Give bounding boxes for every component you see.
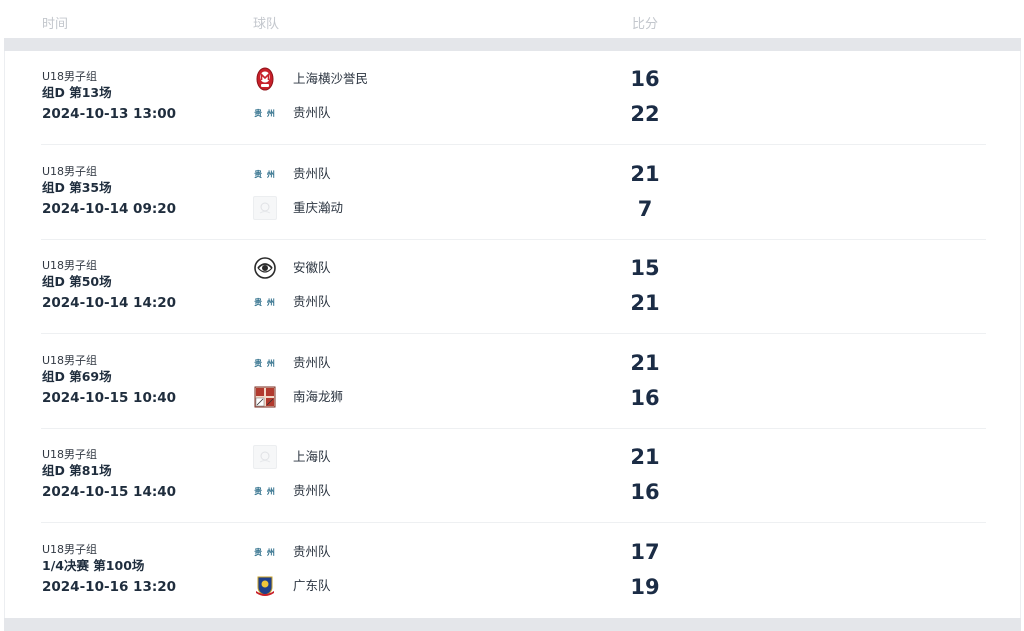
nanhai-shield-logo-icon bbox=[253, 385, 277, 409]
match-row[interactable]: U18男子组 组D 第13场 2024-10-13 13:00 上海横沙誉民 贵… bbox=[5, 51, 1022, 145]
guizhou-text-logo-icon: 贵 州 bbox=[254, 169, 276, 179]
match-time: 2024-10-15 10:40 bbox=[42, 390, 177, 406]
away-score: 21 bbox=[630, 291, 660, 315]
match-time: 2024-10-14 14:20 bbox=[42, 295, 177, 311]
header-time: 时间 bbox=[42, 17, 69, 32]
away-team-name: 广东队 bbox=[293, 578, 331, 593]
away-score: 16 bbox=[630, 386, 660, 410]
away-team-name: 贵州队 bbox=[293, 483, 331, 498]
row-divider bbox=[41, 522, 986, 523]
match-round: 组D 第81场 bbox=[42, 463, 112, 478]
home-score: 21 bbox=[630, 351, 660, 375]
home-team[interactable]: 贵 州 贵州队 bbox=[253, 351, 553, 375]
home-team[interactable]: 安徽队 bbox=[253, 256, 553, 280]
away-score: 16 bbox=[630, 480, 660, 504]
home-team[interactable]: 贵 州 贵州队 bbox=[253, 540, 553, 564]
away-team[interactable]: 广东队 bbox=[253, 574, 553, 598]
placeholder-logo-icon bbox=[253, 196, 277, 220]
table-header: 时间 球队 比分 bbox=[0, 0, 1024, 38]
match-time: 2024-10-14 09:20 bbox=[42, 201, 177, 217]
home-score: 21 bbox=[630, 162, 660, 186]
home-score: 21 bbox=[630, 445, 660, 469]
home-team-name: 贵州队 bbox=[293, 544, 331, 559]
match-time: 2024-10-16 13:20 bbox=[42, 579, 177, 595]
placeholder-logo-icon bbox=[253, 445, 277, 469]
match-time: 2024-10-13 13:00 bbox=[42, 106, 177, 122]
match-category: U18男子组 bbox=[42, 165, 98, 178]
home-score: 15 bbox=[630, 256, 660, 280]
match-category: U18男子组 bbox=[42, 354, 98, 367]
match-time: 2024-10-15 14:40 bbox=[42, 484, 177, 500]
footer-band bbox=[4, 618, 1021, 631]
match-round: 组D 第35场 bbox=[42, 180, 112, 195]
match-row[interactable]: U18男子组 组D 第35场 2024-10-14 09:20 贵 州 贵州队 … bbox=[5, 146, 1022, 240]
home-team-name: 贵州队 bbox=[293, 355, 331, 370]
row-divider bbox=[41, 144, 986, 145]
guangdong-crest-logo-icon bbox=[253, 574, 277, 598]
row-divider bbox=[41, 333, 986, 334]
home-team[interactable]: 上海队 bbox=[253, 445, 553, 469]
away-team[interactable]: 重庆瀚动 bbox=[253, 196, 553, 220]
match-round: 组D 第69场 bbox=[42, 369, 112, 384]
match-category: U18男子组 bbox=[42, 448, 98, 461]
match-round: 组D 第50场 bbox=[42, 274, 112, 289]
match-row[interactable]: U18男子组 组D 第81场 2024-10-15 14:40 上海队 贵 州 … bbox=[5, 429, 1022, 523]
red-m-badge-icon bbox=[253, 67, 277, 91]
away-team[interactable]: 贵 州 贵州队 bbox=[253, 290, 553, 314]
home-team-name: 上海横沙誉民 bbox=[293, 71, 369, 86]
match-category: U18男子组 bbox=[42, 259, 98, 272]
away-team-name: 重庆瀚动 bbox=[293, 200, 344, 215]
match-list: U18男子组 组D 第13场 2024-10-13 13:00 上海横沙誉民 贵… bbox=[4, 51, 1021, 618]
match-round: 1/4决赛 第100场 bbox=[42, 558, 145, 573]
guizhou-text-logo-icon: 贵 州 bbox=[254, 108, 276, 118]
away-score: 7 bbox=[637, 197, 653, 221]
match-row[interactable]: U18男子组 组D 第69场 2024-10-15 10:40 贵 州 贵州队 … bbox=[5, 335, 1022, 429]
match-round: 组D 第13场 bbox=[42, 85, 112, 100]
away-team[interactable]: 贵 州 贵州队 bbox=[253, 479, 553, 503]
match-category: U18男子组 bbox=[42, 70, 98, 83]
away-score: 22 bbox=[630, 102, 660, 126]
away-team-name: 贵州队 bbox=[293, 105, 331, 120]
header-team: 球队 bbox=[253, 17, 280, 32]
match-category: U18男子组 bbox=[42, 543, 98, 556]
home-team-name: 贵州队 bbox=[293, 166, 331, 181]
home-team-name: 上海队 bbox=[293, 449, 331, 464]
match-row[interactable]: U18男子组 1/4决赛 第100场 2024-10-16 13:20 贵 州 … bbox=[5, 524, 1022, 618]
guizhou-text-logo-icon: 贵 州 bbox=[254, 297, 276, 307]
header-band bbox=[4, 38, 1021, 51]
guizhou-text-logo-icon: 贵 州 bbox=[254, 486, 276, 496]
anhui-round-badge-icon bbox=[253, 256, 277, 280]
away-score: 19 bbox=[630, 575, 660, 599]
match-results-page: 时间 球队 比分 U18男子组 组D 第13场 2024-10-13 13:00… bbox=[0, 0, 1024, 631]
away-team-name: 贵州队 bbox=[293, 294, 331, 309]
home-team-name: 安徽队 bbox=[293, 260, 331, 275]
home-team[interactable]: 上海横沙誉民 bbox=[253, 67, 553, 91]
home-score: 17 bbox=[630, 540, 660, 564]
home-score: 16 bbox=[630, 67, 660, 91]
away-team-name: 南海龙狮 bbox=[293, 389, 344, 404]
match-row[interactable]: U18男子组 组D 第50场 2024-10-14 14:20 安徽队 贵 州 … bbox=[5, 240, 1022, 334]
guizhou-text-logo-icon: 贵 州 bbox=[254, 547, 276, 557]
guizhou-text-logo-icon: 贵 州 bbox=[254, 358, 276, 368]
home-team[interactable]: 贵 州 贵州队 bbox=[253, 162, 553, 186]
away-team[interactable]: 贵 州 贵州队 bbox=[253, 101, 553, 125]
header-score: 比分 bbox=[632, 17, 659, 32]
away-team[interactable]: 南海龙狮 bbox=[253, 385, 553, 409]
